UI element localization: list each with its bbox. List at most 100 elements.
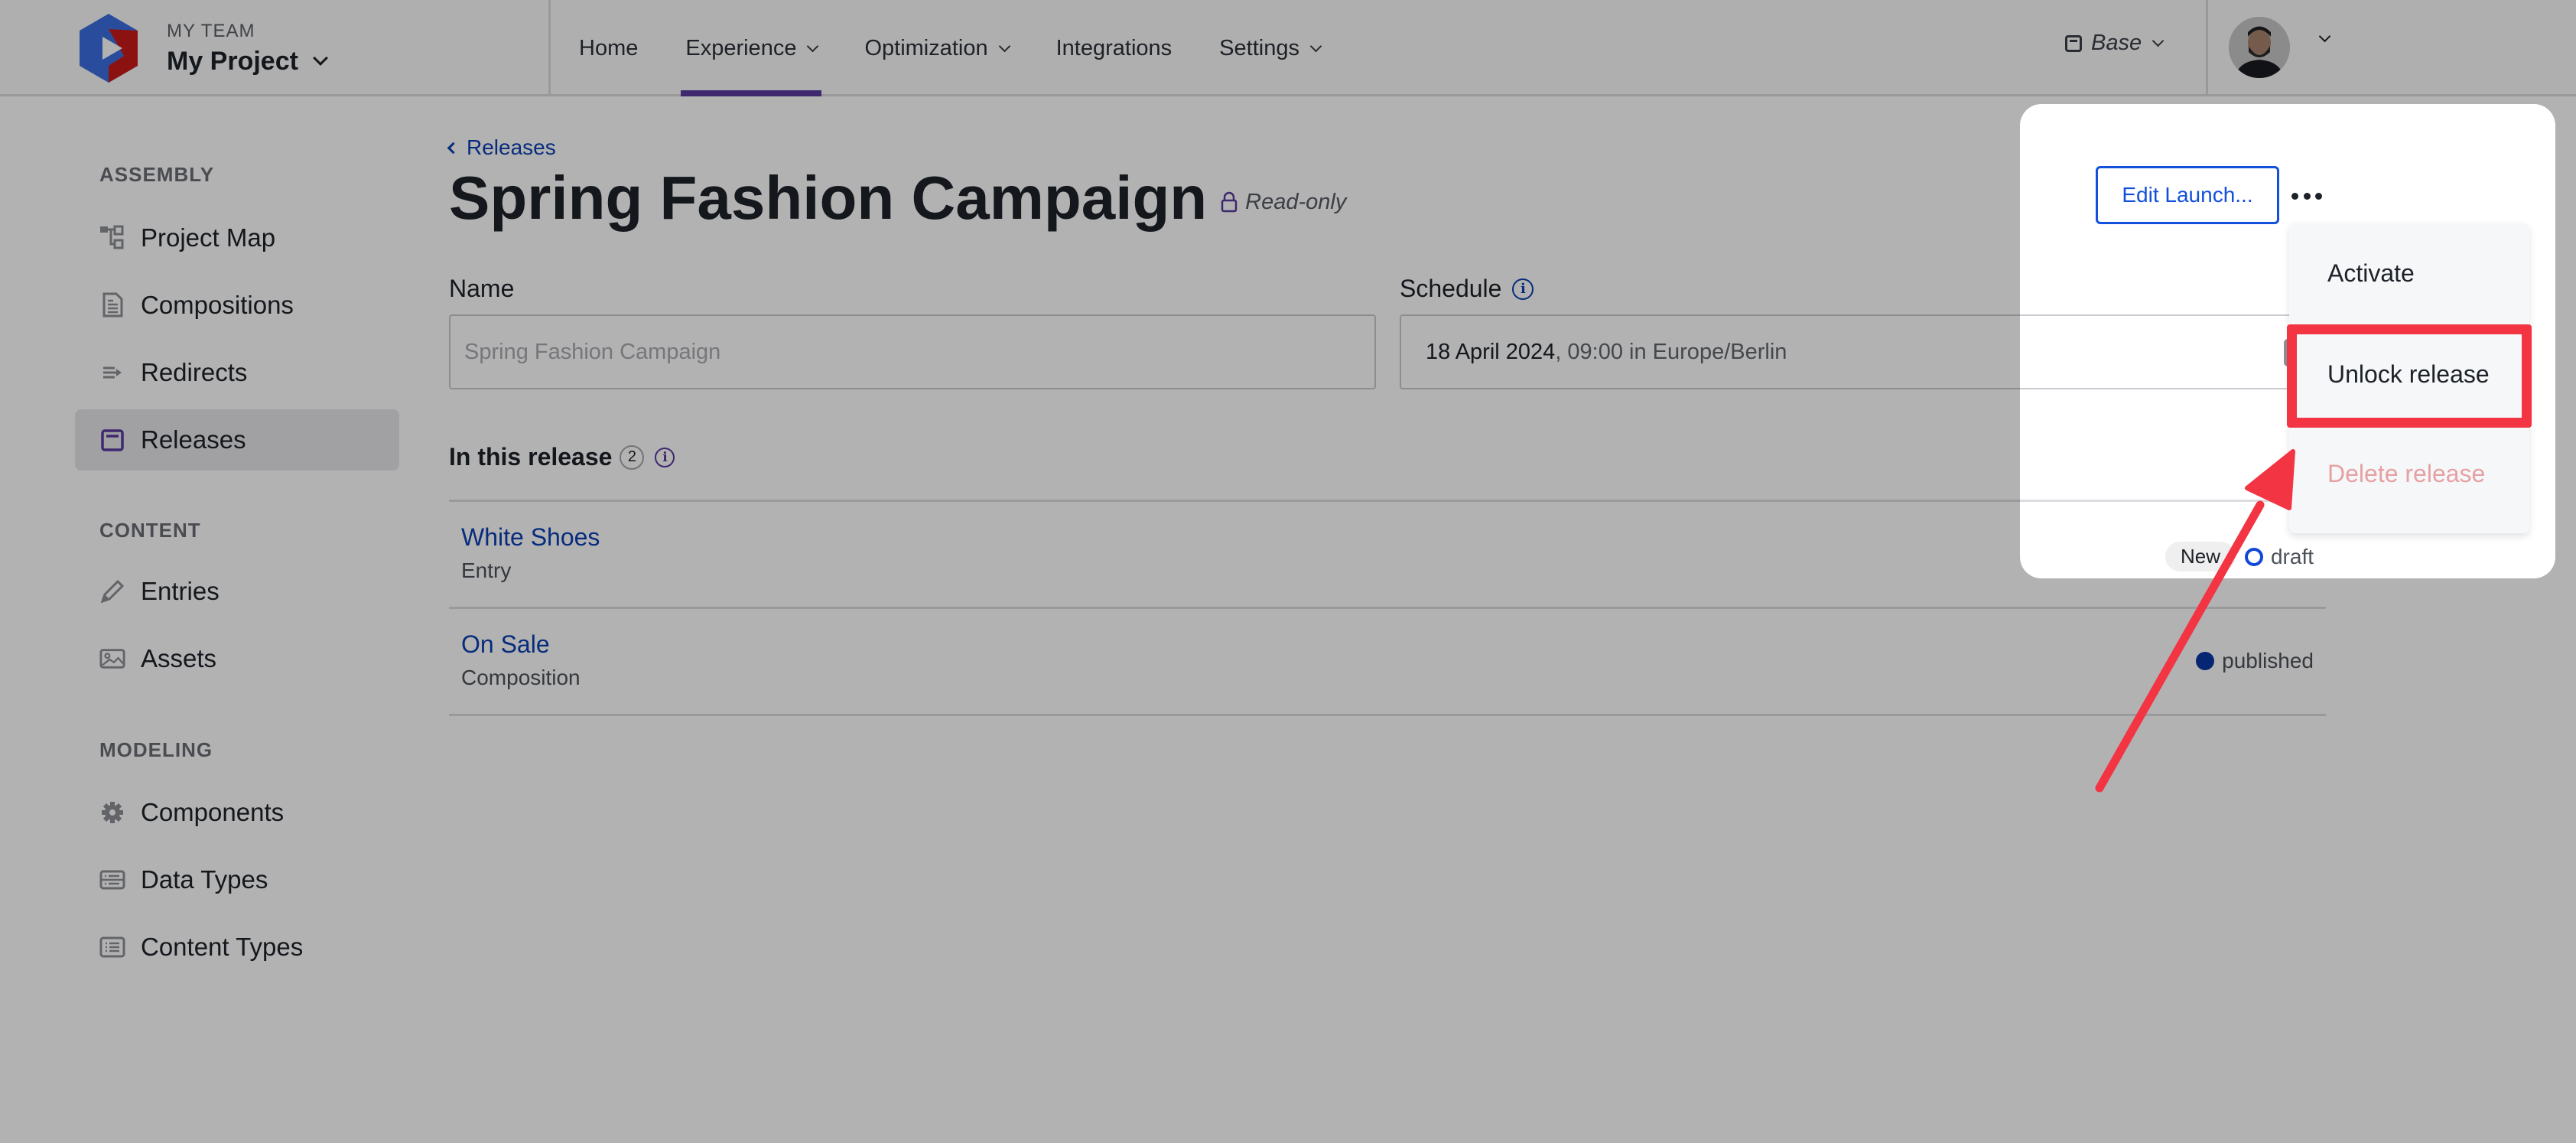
draft-status-icon: [2244, 547, 2263, 566]
list-item[interactable]: On Sale Composition published: [449, 609, 2326, 716]
nav-label: Settings: [1219, 35, 1299, 60]
item-type: Composition: [461, 666, 581, 689]
info-icon[interactable]: i: [1512, 278, 1534, 300]
sidebar-item-data-types[interactable]: Data Types: [75, 849, 399, 910]
sidebar-item-entries[interactable]: Entries: [75, 561, 399, 622]
edit-launch-button[interactable]: Edit Launch...: [2096, 166, 2279, 224]
name-label-text: Name: [449, 275, 515, 302]
section-title-text: In this release: [449, 443, 613, 471]
sidebar-item-releases[interactable]: Releases: [75, 409, 399, 471]
item-type: Entry: [461, 558, 512, 582]
divider: [548, 0, 551, 96]
nav-experience[interactable]: Experience: [681, 0, 822, 96]
name-label: Name: [449, 275, 514, 303]
document-icon: [99, 292, 125, 318]
name-input-placeholder: Spring Fashion Campaign: [464, 339, 721, 364]
item-status: published: [2196, 649, 2314, 673]
divider: [2206, 0, 2208, 96]
status-label: draft: [2270, 544, 2314, 568]
menu-item-delete-release: Delete release: [2327, 459, 2486, 487]
project-name: My Project: [167, 46, 298, 76]
sidebar-item-label: Content Types: [141, 933, 304, 961]
sidebar-item-label: Releases: [141, 425, 246, 454]
item-count-badge: 2: [620, 444, 645, 470]
gear-icon: [99, 799, 125, 826]
sitemap-icon: [99, 225, 125, 251]
nav-label: Optimization: [864, 35, 988, 60]
dot-icon: [2315, 192, 2322, 200]
chevron-down-icon: [807, 40, 819, 52]
breadcrumb-label: Releases: [467, 135, 556, 159]
app-logo-icon: [80, 14, 138, 83]
schedule-label-text: Schedule: [1400, 275, 1502, 302]
sidebar-item-label: Entries: [141, 577, 220, 605]
avatar-image: [2229, 17, 2290, 78]
menu-item-activate[interactable]: Activate: [2289, 223, 2529, 323]
page-title: Spring Fashion Campaign: [449, 164, 1208, 232]
team-name: MY TEAM: [167, 20, 255, 41]
project-switcher[interactable]: MY TEAM My Project: [76, 14, 328, 83]
read-only-badge: Read-only: [1221, 190, 1346, 215]
sidebar-item-label: Redirects: [141, 358, 248, 386]
environment-selector[interactable]: Base: [2065, 31, 2165, 56]
user-menu-chevron-icon[interactable]: [2318, 30, 2331, 43]
main-nav: Home Experience Optimization Integration…: [579, 0, 1368, 96]
dot-icon: [2291, 192, 2298, 200]
list-icon: [99, 934, 125, 960]
nav-home[interactable]: Home: [579, 0, 638, 96]
nav-label: Home: [579, 35, 639, 60]
nav-label: Experience: [685, 35, 797, 60]
sidebar-item-label: Compositions: [141, 291, 294, 319]
list-item[interactable]: White Shoes Entry New draft: [449, 502, 2326, 609]
sidebar-item-project-map[interactable]: Project Map: [75, 207, 399, 269]
read-only-label: Read-only: [1245, 189, 1347, 214]
schedule-time: , 09:00 in Europe/Berlin: [1555, 339, 1787, 364]
sidebar-item-content-types[interactable]: Content Types: [75, 917, 399, 978]
actions-menu: Activate Unlock release Delete release: [2289, 223, 2529, 533]
top-bar: MY TEAM My Project Home Experience Optim…: [0, 0, 2576, 96]
sidebar-section-modeling: MODELING: [99, 738, 213, 761]
nav-optimization[interactable]: Optimization: [864, 0, 1010, 96]
nav-settings[interactable]: Settings: [1219, 0, 1322, 96]
item-name-link[interactable]: On Sale: [461, 630, 550, 659]
image-icon: [99, 646, 125, 672]
item-status: New draft: [2165, 542, 2314, 572]
dot-icon: [2303, 192, 2311, 200]
new-badge: New: [2165, 542, 2236, 572]
published-status-icon: [2196, 652, 2215, 670]
nav-integrations[interactable]: Integrations: [1056, 0, 1173, 96]
name-input[interactable]: Spring Fashion Campaign: [449, 314, 1376, 389]
status-label: published: [2222, 649, 2314, 672]
sidebar-item-compositions[interactable]: Compositions: [75, 275, 399, 336]
schedule-label: Schedule i: [1400, 275, 1534, 303]
sidebar-item-redirects[interactable]: Redirects: [75, 342, 399, 403]
release-items-list: White Shoes Entry New draft On Sale Comp…: [449, 500, 2326, 716]
calendar-icon: [2065, 34, 2082, 52]
sidebar-item-components[interactable]: Components: [75, 782, 399, 843]
pencil-icon: [99, 578, 125, 604]
lock-icon: [1221, 191, 1238, 213]
menu-item-unlock-release[interactable]: Unlock release: [2289, 324, 2529, 424]
chevron-down-icon: [1309, 40, 1322, 52]
sidebar-section-content: CONTENT: [99, 519, 201, 542]
more-actions-button[interactable]: [2291, 184, 2322, 208]
chevron-down-icon: [313, 50, 328, 66]
nav-label: Integrations: [1055, 35, 1173, 60]
info-icon[interactable]: i: [655, 447, 675, 467]
sidebar-item-label: Project Map: [141, 223, 276, 252]
release-items-heading: In this release 2 i: [449, 443, 675, 471]
sidebar-item-label: Data Types: [141, 865, 268, 894]
chevron-down-icon: [998, 40, 1010, 52]
data-types-icon: [99, 867, 125, 893]
sidebar-item-label: Assets: [141, 644, 217, 672]
sidebar-item-assets[interactable]: Assets: [75, 628, 399, 689]
item-name-link[interactable]: White Shoes: [461, 523, 600, 552]
sidebar: ASSEMBLY Project Map Compositions Redire…: [0, 99, 413, 1143]
sidebar-section-assembly: ASSEMBLY: [99, 163, 215, 186]
breadcrumb-back-link[interactable]: Releases: [447, 135, 556, 160]
user-avatar[interactable]: [2229, 17, 2290, 78]
environment-label: Base: [2091, 31, 2142, 55]
schedule-input[interactable]: 18 April 2024, 09:00 in Europe/Berlin: [1400, 314, 2327, 389]
chevron-left-icon: [447, 142, 460, 154]
chevron-down-icon: [2152, 34, 2165, 47]
